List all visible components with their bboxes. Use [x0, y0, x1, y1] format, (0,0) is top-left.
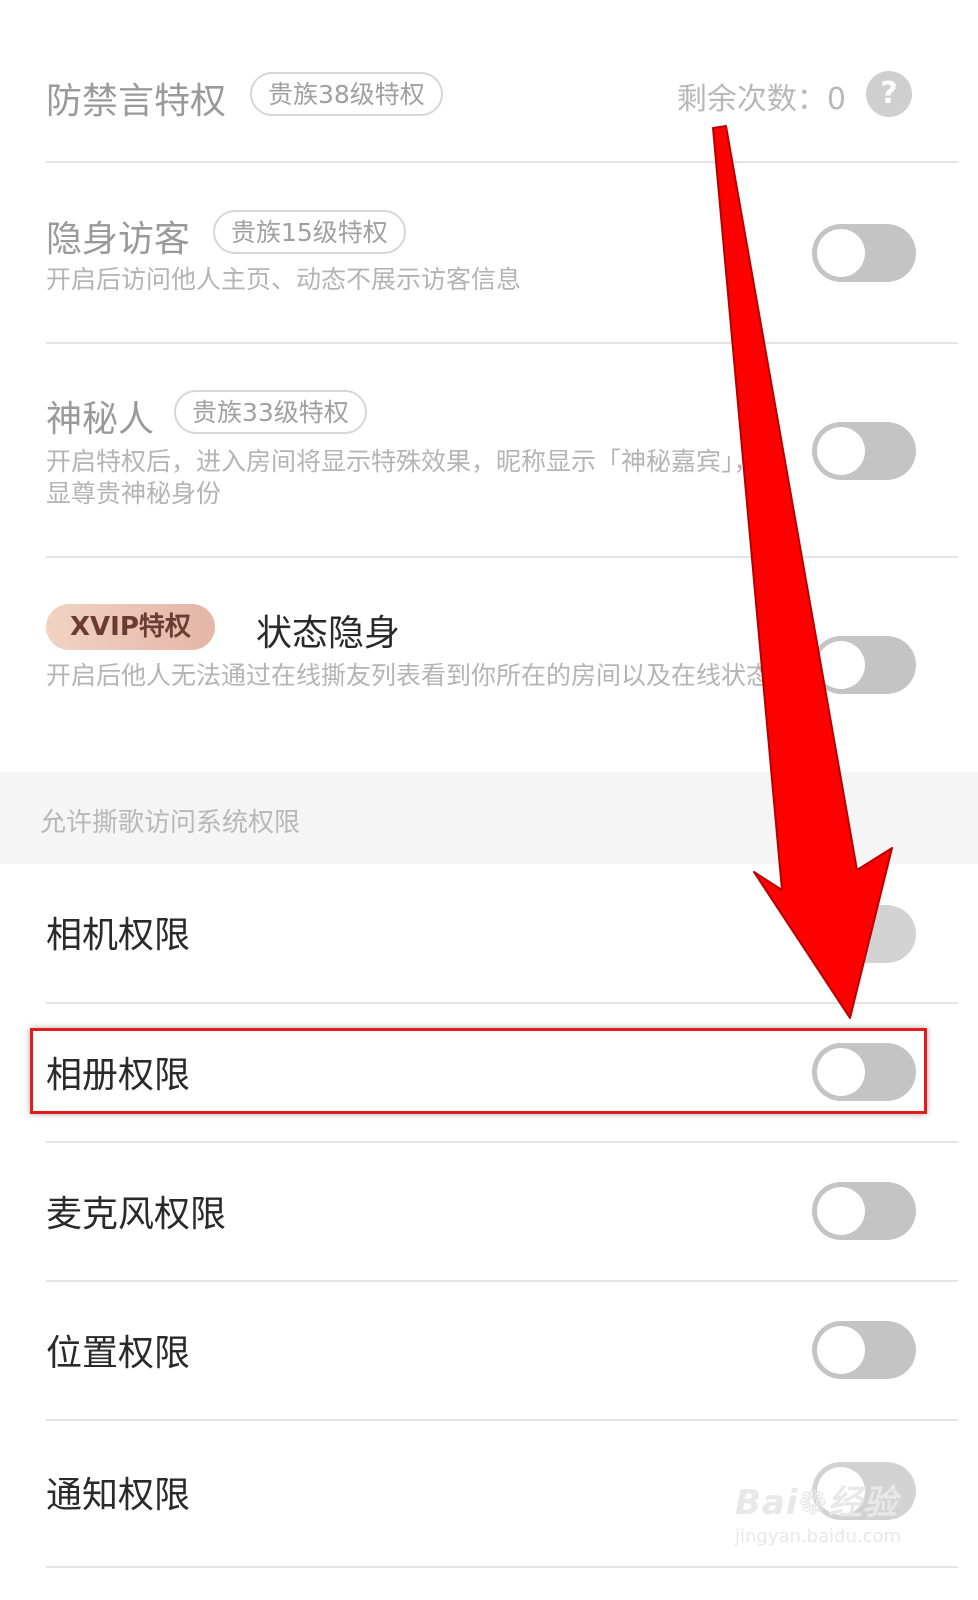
status-invisible-title: 状态隐身: [256, 613, 401, 654]
invisible-visitor-toggle[interactable]: [812, 224, 916, 282]
toggle-knob: [817, 1187, 865, 1235]
system-permissions-header: 允许撕歌访问系统权限: [0, 772, 978, 864]
paw-icon: ❁: [798, 1483, 829, 1523]
toggle-knob: [817, 229, 865, 277]
camera-permission-toggle[interactable]: [812, 905, 916, 963]
watermark-brand: Bai: [735, 1483, 799, 1523]
highlight-box: [30, 1028, 927, 1114]
divider: [46, 1566, 958, 1568]
microphone-permission-label: 麦克风权限: [46, 1194, 227, 1235]
notification-permission-label: 通知权限: [46, 1475, 191, 1516]
divider: [46, 342, 958, 344]
mystery-person-badge: 贵族33级特权: [174, 390, 367, 434]
invisible-visitor-title: 隐身访客: [46, 219, 191, 260]
baidu-watermark: Bai❁经验 jingyan.baidu.com: [735, 1475, 901, 1547]
remaining-label: 剩余次数：: [676, 82, 827, 117]
remaining-value: 0: [826, 82, 846, 117]
location-permission-toggle[interactable]: [812, 1321, 916, 1379]
section-title: 允许撕歌访问系统权限: [40, 808, 301, 838]
mystery-person-title: 神秘人: [46, 399, 155, 440]
xvip-badge: XVIP特权: [46, 604, 215, 650]
status-invisible-toggle[interactable]: [812, 636, 916, 694]
toggle-knob: [817, 910, 865, 958]
divider: [46, 1002, 958, 1004]
status-invisible-desc: 开启后他人无法通过在线撕友列表看到你所在的房间以及在线状态: [46, 661, 772, 690]
divider: [46, 1280, 958, 1282]
toggle-knob: [817, 427, 865, 475]
divider: [46, 161, 958, 163]
mystery-person-desc: 开启特权后，进入房间将显示特殊效果，昵称显示「神秘嘉宾」，彰显尊贵神秘身份: [46, 447, 784, 508]
mystery-person-toggle[interactable]: [812, 422, 916, 480]
camera-permission-label: 相机权限: [46, 915, 191, 956]
invisible-visitor-badge: 贵族15级特权: [213, 210, 406, 254]
ban-protect-title: 防禁言特权: [46, 81, 227, 122]
divider: [46, 556, 958, 558]
divider: [46, 1419, 958, 1421]
invisible-visitor-desc: 开启后访问他人主页、动态不展示访客信息: [46, 265, 522, 294]
help-icon[interactable]: ?: [866, 71, 912, 117]
watermark-url: jingyan.baidu.com: [735, 1526, 902, 1547]
location-permission-label: 位置权限: [46, 1333, 191, 1374]
divider: [46, 1141, 958, 1143]
ban-protect-badge: 贵族38级特权: [250, 72, 443, 116]
watermark-suffix: 经验: [828, 1483, 899, 1523]
toggle-knob: [817, 1326, 865, 1374]
microphone-permission-toggle[interactable]: [812, 1182, 916, 1240]
remaining-count-text: 剩余次数：0: [677, 74, 846, 118]
toggle-knob: [817, 641, 865, 689]
